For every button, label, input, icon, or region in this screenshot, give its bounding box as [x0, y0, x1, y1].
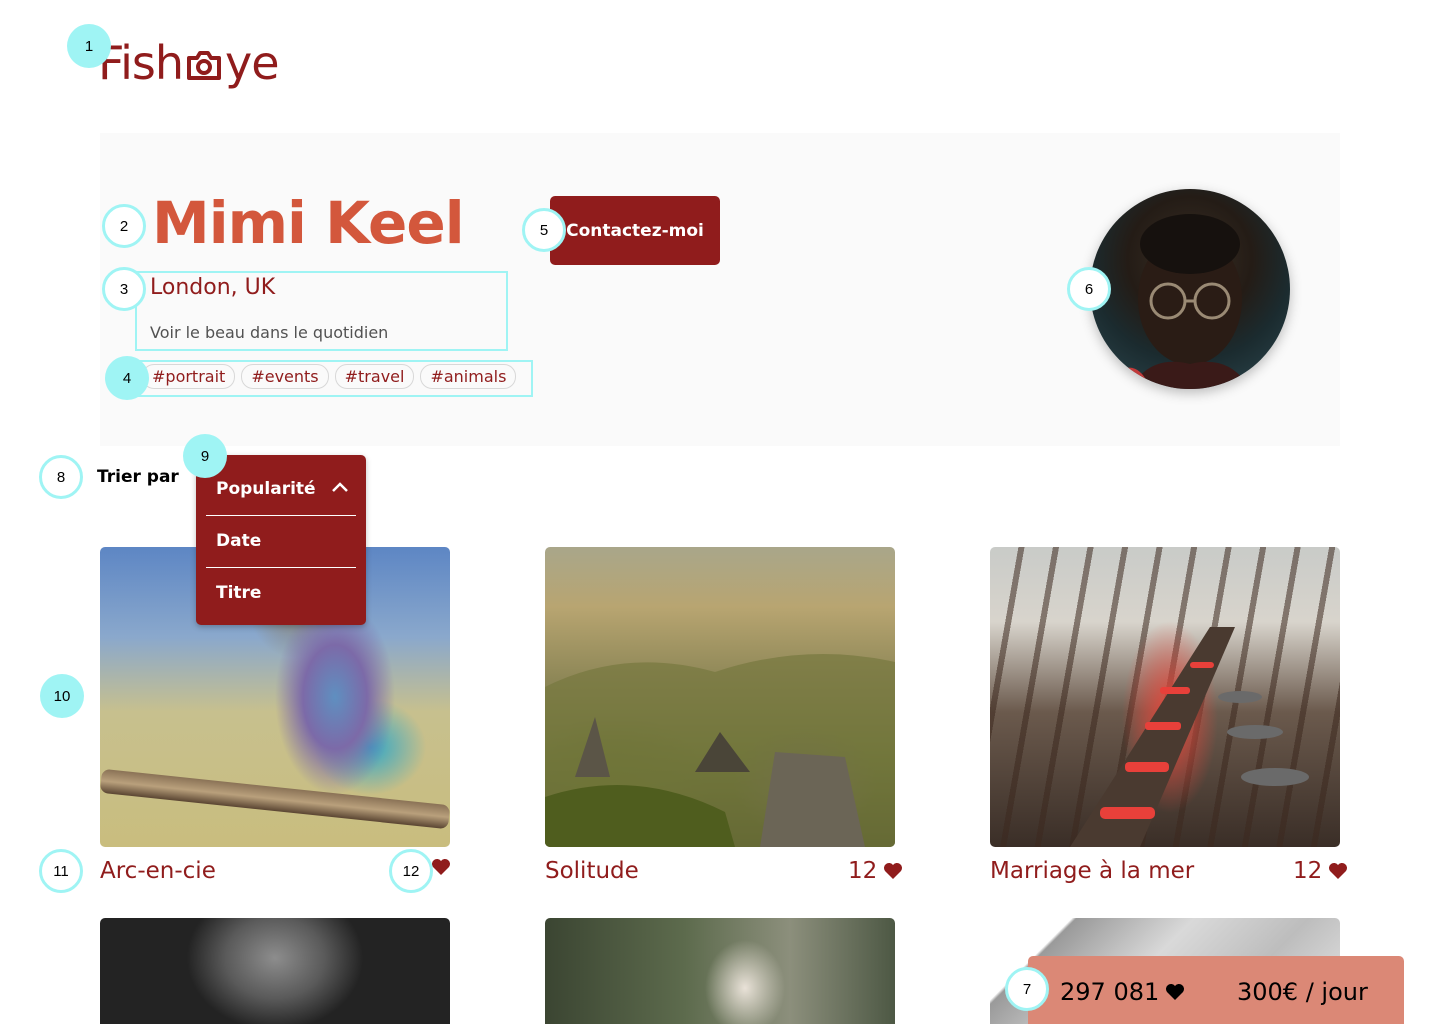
camera-icon [187, 51, 222, 80]
wedding-table-photo [1070, 627, 1309, 847]
annotation-marker: 2 [102, 204, 146, 248]
annotation-marker: 9 [183, 434, 227, 478]
media-title: Arc-en-cie [100, 858, 216, 884]
media-thumbnail-couple[interactable] [545, 918, 895, 1024]
sort-dropdown[interactable]: Popularité Date Titre [196, 455, 366, 625]
photographer-name: Mimi Keel [152, 189, 465, 257]
chevron-up-icon[interactable] [331, 481, 349, 493]
media-thumbnail-wedding-table[interactable] [990, 547, 1340, 847]
annotation-marker: 7 [1005, 967, 1049, 1011]
sort-option-date[interactable]: Date [216, 531, 261, 551]
photographer-avatar [1090, 189, 1290, 389]
logo-text-end: ye [225, 36, 280, 90]
media-thumbnail-portrait[interactable] [100, 918, 450, 1024]
tag-events[interactable]: #events [241, 364, 329, 389]
media-likes-count: 12 [848, 858, 878, 884]
annotation-marker: 1 [67, 24, 111, 68]
sort-option-title[interactable]: Titre [216, 583, 261, 603]
annotation-marker: 8 [39, 455, 83, 499]
media-title: Marriage à la mer [990, 858, 1195, 884]
tag-travel[interactable]: #travel [334, 364, 415, 389]
media-likes-count: 12 [1293, 858, 1323, 884]
annotation-marker: 4 [105, 356, 149, 400]
annotation-marker: 6 [1067, 267, 1111, 311]
media-likes: 12 [848, 858, 903, 884]
branch-shape [100, 768, 450, 830]
annotation-marker: 3 [102, 267, 146, 311]
landscape-photo [545, 654, 895, 847]
media-likes: 12 [1293, 858, 1348, 884]
total-likes-count: 297 081 [1060, 978, 1160, 1006]
photographer-tagline: Voir le beau dans le quotidien [150, 323, 389, 342]
heart-icon [1166, 984, 1185, 1000]
media-title: Solitude [545, 858, 639, 884]
annotation-marker: 11 [39, 849, 83, 893]
tag-portrait[interactable]: #portrait [142, 364, 236, 389]
tag-animals[interactable]: #animals [420, 364, 517, 389]
fisheye-logo[interactable]: Fish ye [98, 36, 280, 90]
photographer-location: London, UK [150, 275, 276, 300]
dropdown-divider [206, 567, 356, 568]
tag-list: #portrait #events #travel #animals [142, 364, 517, 389]
media-thumbnail-landscape[interactable] [545, 547, 895, 847]
total-likes: 297 081 [1060, 978, 1185, 1006]
heart-icon[interactable] [1328, 862, 1348, 880]
annotation-marker: 12 [389, 849, 433, 893]
heart-icon[interactable] [883, 862, 903, 880]
sort-label: Trier par [97, 467, 179, 487]
heart-icon[interactable] [431, 858, 451, 876]
annotation-marker: 10 [40, 674, 84, 718]
daily-price: 300€ / jour [1237, 978, 1368, 1006]
dropdown-divider [206, 515, 356, 516]
portrait-photo [1118, 214, 1250, 389]
annotation-marker: 5 [522, 208, 566, 252]
likes-price-box: 297 081 300€ / jour [1028, 956, 1404, 1024]
contact-button[interactable]: Contactez-moi [550, 196, 720, 265]
sort-option-popularity[interactable]: Popularité [216, 479, 316, 499]
